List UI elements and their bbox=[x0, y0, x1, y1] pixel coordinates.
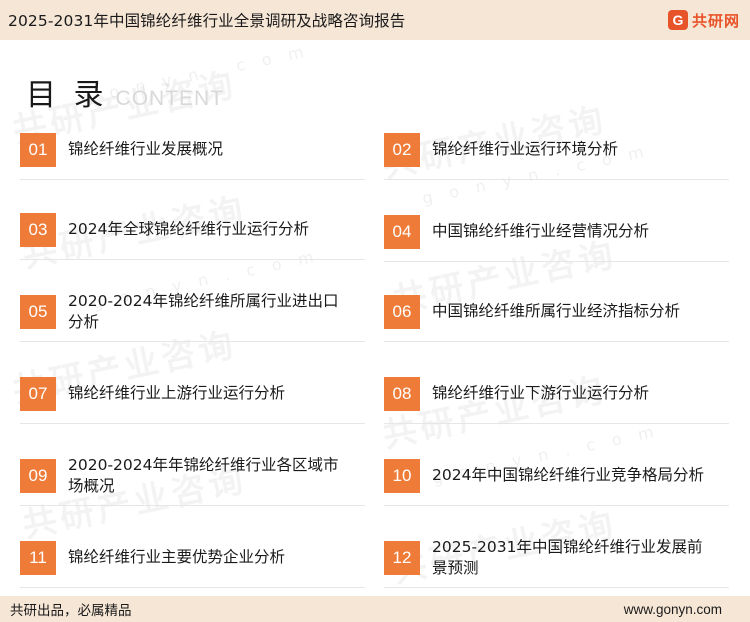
toc-item-number: 05 bbox=[20, 294, 56, 329]
toc-item-number: 11 bbox=[20, 540, 56, 575]
toc-item-text: 锦纶纤维行业下游行业运行分析 bbox=[432, 384, 650, 402]
toc-item-number: 03 bbox=[20, 212, 56, 247]
toc-item-number: 09 bbox=[20, 458, 56, 493]
toc-item[interactable]: 01 锦纶纤维行业发展概况 bbox=[20, 120, 365, 180]
toc-item[interactable]: 05 2020-2024年锦纶纤维所属行业进出口分析 bbox=[20, 282, 365, 342]
toc-item-number: 10 bbox=[384, 458, 420, 493]
toc-item-number: 01 bbox=[20, 132, 56, 167]
toc-item-number: 06 bbox=[384, 294, 420, 329]
toc-item-number: 04 bbox=[384, 214, 420, 249]
toc-item[interactable]: 08 锦纶纤维行业下游行业运行分析 bbox=[384, 364, 729, 424]
toc-item-number: 02 bbox=[384, 132, 420, 167]
toc-item-text: 2024年全球锦纶纤维行业运行分析 bbox=[68, 220, 309, 238]
toc-item[interactable]: 07 锦纶纤维行业上游行业运行分析 bbox=[20, 364, 365, 424]
toc-item[interactable]: 09 2020-2024年年锦纶纤维行业各区域市场概况 bbox=[20, 446, 365, 506]
footer-slogan: 共研出品，必属精品 bbox=[10, 603, 132, 619]
toc-item-number: 07 bbox=[20, 376, 56, 411]
toc-item-text: 锦纶纤维行业上游行业运行分析 bbox=[68, 384, 286, 402]
toc-item[interactable]: 11 锦纶纤维行业主要优势企业分析 bbox=[20, 528, 365, 588]
toc-item-text: 2020-2024年锦纶纤维所属行业进出口分析 bbox=[68, 291, 339, 331]
toc-item-text: 2024年中国锦纶纤维行业竞争格局分析 bbox=[432, 466, 704, 484]
toc-item[interactable]: 02 锦纶纤维行业运行环境分析 bbox=[384, 120, 729, 180]
footer-bar: 共研出品，必属精品 www.gonyn.com bbox=[0, 596, 750, 622]
toc-item-text: 2025-2031年中国锦纶纤维行业发展前景预测 bbox=[432, 537, 703, 577]
toc-item[interactable]: 04 中国锦纶纤维行业经营情况分析 bbox=[384, 202, 729, 262]
toc-item-text: 2020-2024年年锦纶纤维行业各区域市场概况 bbox=[68, 455, 339, 495]
toc-list: 01 锦纶纤维行业发展概况 02 锦纶纤维行业运行环境分析 03 2024年全球… bbox=[0, 0, 750, 600]
toc-item-text: 中国锦纶纤维所属行业经济指标分析 bbox=[432, 302, 681, 320]
toc-item-number: 12 bbox=[384, 540, 420, 575]
toc-item[interactable]: 06 中国锦纶纤维所属行业经济指标分析 bbox=[384, 282, 729, 342]
toc-item[interactable]: 10 2024年中国锦纶纤维行业竞争格局分析 bbox=[384, 446, 729, 506]
toc-item[interactable]: 12 2025-2031年中国锦纶纤维行业发展前景预测 bbox=[384, 528, 729, 588]
toc-item-text: 锦纶纤维行业发展概况 bbox=[68, 140, 224, 158]
footer-url[interactable]: www.gonyn.com bbox=[624, 602, 722, 617]
toc-item-text: 锦纶纤维行业运行环境分析 bbox=[432, 140, 619, 158]
toc-item-text: 中国锦纶纤维行业经营情况分析 bbox=[432, 222, 650, 240]
toc-item-text: 锦纶纤维行业主要优势企业分析 bbox=[68, 548, 286, 566]
toc-item[interactable]: 03 2024年全球锦纶纤维行业运行分析 bbox=[20, 200, 365, 260]
toc-item-number: 08 bbox=[384, 376, 420, 411]
